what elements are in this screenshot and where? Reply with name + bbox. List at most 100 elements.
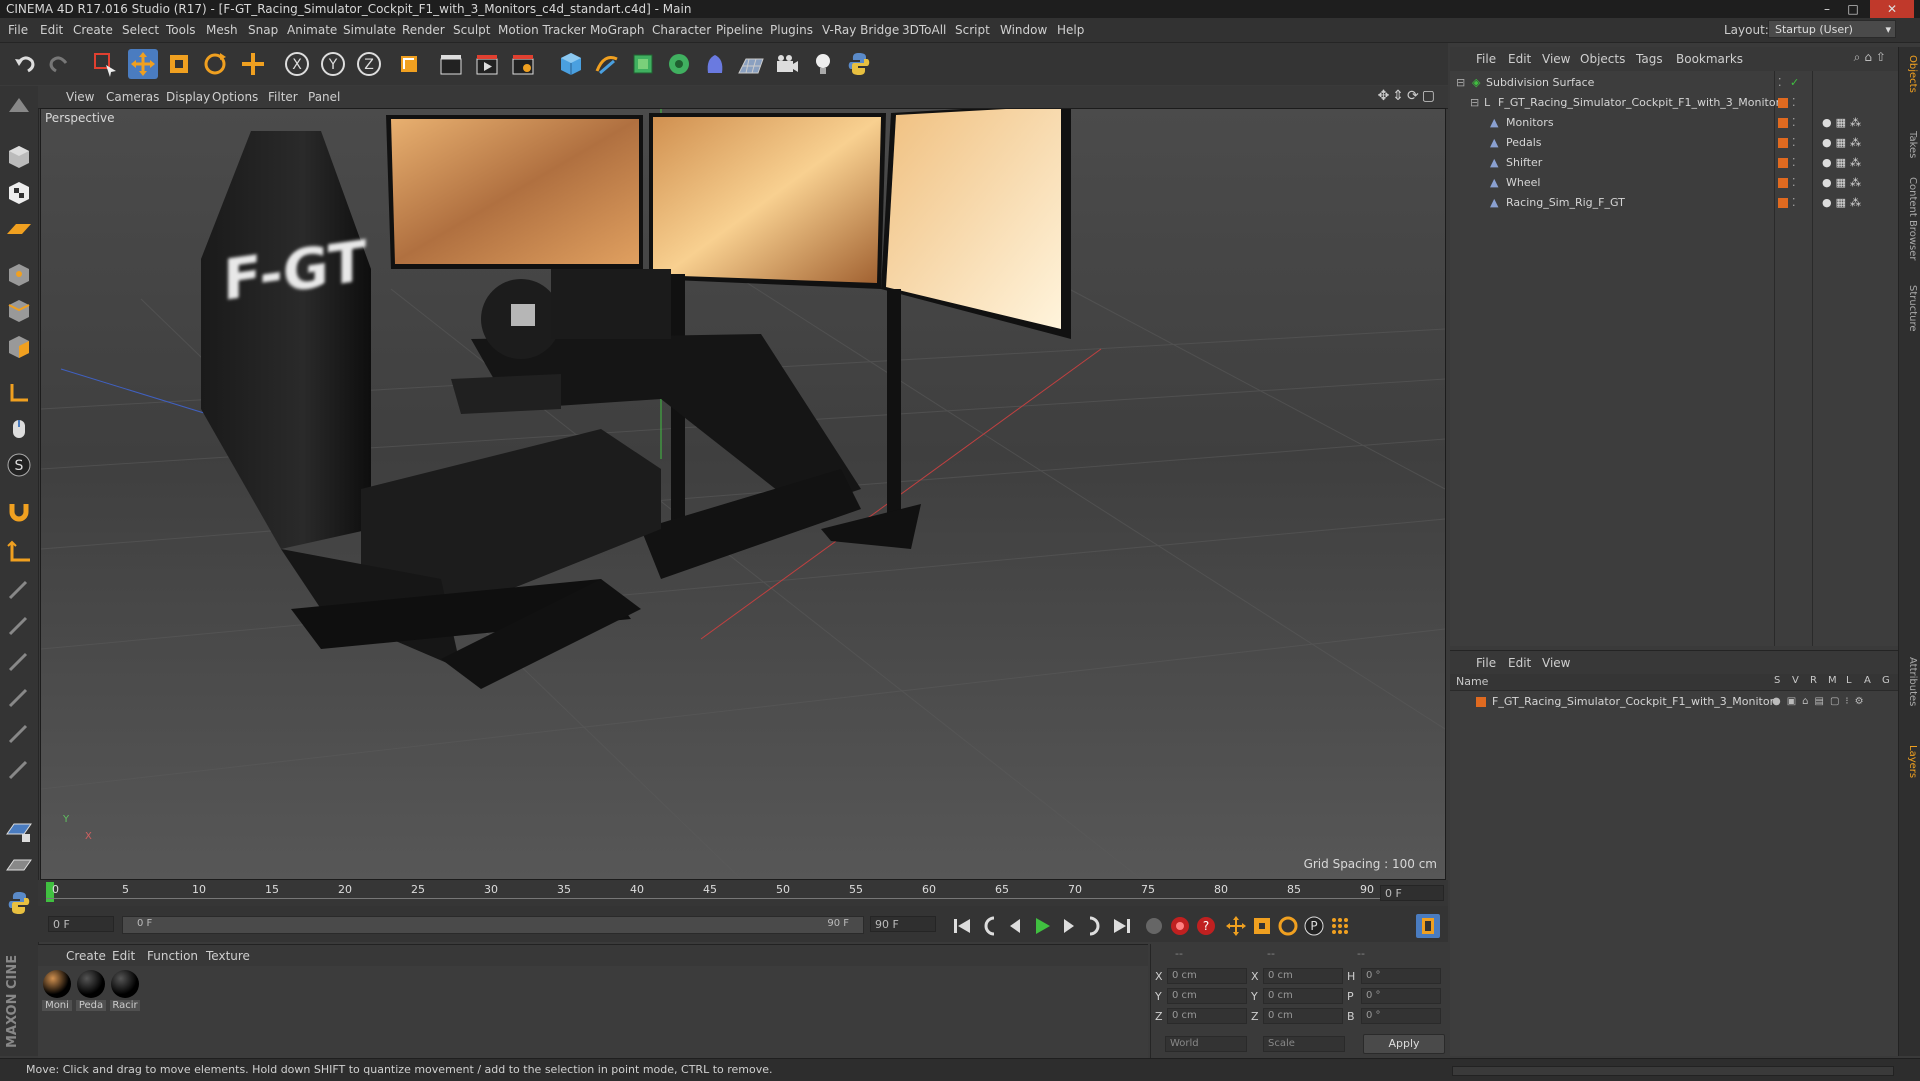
render-picture-viewer-button[interactable] <box>472 49 502 79</box>
redo-button[interactable] <box>44 49 74 79</box>
object-menu-view[interactable]: View <box>1542 52 1570 66</box>
key-scale-button[interactable] <box>1250 914 1274 938</box>
visibility-icon[interactable]: ⁚ <box>1778 73 1782 93</box>
rotation-b-field[interactable]: 0 ° <box>1361 1008 1441 1024</box>
object-row[interactable]: ▲ Wheel ⁚ ●▦⁂ <box>1450 173 1898 193</box>
visibility-icon[interactable]: ⁚ <box>1792 93 1796 113</box>
viewport-navigation-icons[interactable]: ✥⇕⟳▢ <box>1378 88 1438 104</box>
horizontal-scrollbar[interactable] <box>1452 1066 1894 1076</box>
menu-help[interactable]: Help <box>1057 23 1084 37</box>
menu-mograph[interactable]: MoGraph <box>590 23 645 37</box>
object-row[interactable]: ▲ Monitors ⁚ ●▦⁂ <box>1450 113 1898 133</box>
sculpt-brush-4-button[interactable] <box>4 682 34 712</box>
key-pla-button[interactable] <box>1328 914 1352 938</box>
tweak-mode-button[interactable] <box>4 414 34 444</box>
menu-create[interactable]: Create <box>73 23 113 37</box>
coordinate-mode-select[interactable]: World <box>1165 1036 1247 1052</box>
render-view-button[interactable] <box>436 49 466 79</box>
object-row[interactable]: ▲ Racing_Sim_Rig_F_GT ⁚ ●▦⁂ <box>1450 193 1898 213</box>
play-button[interactable] <box>1030 914 1054 938</box>
rotation-p-field[interactable]: 0 ° <box>1361 988 1441 1004</box>
viewport-menu-filter[interactable]: Filter <box>268 90 298 104</box>
object-menu-edit[interactable]: Edit <box>1508 52 1531 66</box>
layout-select[interactable]: Startup (User) ▾ <box>1768 20 1896 38</box>
visibility-icon[interactable]: ⁚ <box>1792 113 1796 133</box>
sculpt-brush-1-button[interactable] <box>4 574 34 604</box>
key-rotation-button[interactable] <box>1276 914 1300 938</box>
sculpt-brush-5-button[interactable] <box>4 718 34 748</box>
viewport-menu-options[interactable]: Options <box>212 90 258 104</box>
viewport-menu-display[interactable]: Display <box>166 90 210 104</box>
move-tool-button[interactable] <box>128 49 158 79</box>
current-frame-field[interactable]: 0 F <box>1380 885 1444 901</box>
live-selection-button[interactable] <box>90 49 120 79</box>
layer-row[interactable]: F_GT_Racing_Simulator_Cockpit_F1_with_3_… <box>1450 692 1898 712</box>
layer-color-tag[interactable] <box>1778 118 1788 128</box>
viewport-menu-view[interactable]: View <box>66 90 94 104</box>
size-z-field[interactable]: 0 cm <box>1263 1008 1343 1024</box>
object-row[interactable]: ⊟ ◈ Subdivision Surface ⁚ ✓ <box>1450 73 1898 93</box>
points-mode-button[interactable] <box>4 260 34 290</box>
menu-file[interactable]: File <box>8 23 28 37</box>
tab-attributes[interactable]: Attributes <box>1902 657 1918 706</box>
sculpt-brush-6-button[interactable] <box>4 754 34 784</box>
go-to-start-button[interactable] <box>950 914 974 938</box>
next-frame-button[interactable] <box>1056 914 1080 938</box>
z-axis-button[interactable]: Z <box>354 49 384 79</box>
menu-motion-tracker[interactable]: Motion Tracker <box>498 23 586 37</box>
model-mode-button[interactable] <box>4 142 34 172</box>
sculpt-brush-3-button[interactable] <box>4 646 34 676</box>
python-script-button[interactable] <box>4 888 34 918</box>
x-axis-button[interactable]: X <box>282 49 312 79</box>
3d-viewport[interactable]: F-GT Perspective Grid Spacing : 100 cm Y… <box>40 108 1446 880</box>
position-z-field[interactable]: 0 cm <box>1167 1008 1247 1024</box>
menu-snap[interactable]: Snap <box>248 23 278 37</box>
grid-lock-button[interactable] <box>4 816 34 846</box>
layer-color-tag[interactable] <box>1778 98 1788 108</box>
menu-character[interactable]: Character <box>652 23 711 37</box>
layer-toggle-icons[interactable]: ●▣⌂▤▢⁝⚙ <box>1772 692 1870 712</box>
material-swatch[interactable]: Moni <box>42 970 72 1011</box>
key-selection-button[interactable] <box>1142 914 1166 938</box>
cube-primitive-button[interactable] <box>556 49 586 79</box>
menu-plugins[interactable]: Plugins <box>770 23 813 37</box>
visibility-icon[interactable]: ⁚ <box>1792 153 1796 173</box>
layer-menu-edit[interactable]: Edit <box>1508 656 1531 670</box>
floor-button[interactable] <box>736 49 766 79</box>
record-button[interactable] <box>1168 914 1192 938</box>
snap-button[interactable]: S <box>4 450 34 480</box>
material-tags-icon[interactable]: ●▦⁂ <box>1822 193 1865 213</box>
deformer-button[interactable] <box>700 49 730 79</box>
menu-3dtoall[interactable]: 3DToAll <box>902 23 946 37</box>
key-parameter-button[interactable]: P <box>1302 914 1326 938</box>
object-menu-tags[interactable]: Tags <box>1636 52 1663 66</box>
camera-button[interactable] <box>772 49 802 79</box>
subdivision-surface-button[interactable] <box>628 49 658 79</box>
layer-menu-view[interactable]: View <box>1542 656 1570 670</box>
object-menu-bookmarks[interactable]: Bookmarks <box>1676 52 1743 66</box>
object-row[interactable]: ▲ Shifter ⁚ ●▦⁂ <box>1450 153 1898 173</box>
material-menu-edit[interactable]: Edit <box>112 949 135 963</box>
menu-script[interactable]: Script <box>955 23 990 37</box>
menu-pipeline[interactable]: Pipeline <box>716 23 763 37</box>
size-x-field[interactable]: 0 cm <box>1263 968 1343 984</box>
object-row[interactable]: ⊟ L F_GT_Racing_Simulator_Cockpit_F1_wit… <box>1450 93 1898 113</box>
material-tags-icon[interactable]: ●▦⁂ <box>1822 153 1865 173</box>
search-icon[interactable]: ⌕⌂⇧ <box>1854 50 1890 65</box>
recent-tool-button[interactable] <box>238 49 268 79</box>
viewport-menu-panel[interactable]: Panel <box>308 90 340 104</box>
frame-range-slider[interactable]: 0 F 90 F <box>122 916 864 934</box>
size-y-field[interactable]: 0 cm <box>1263 988 1343 1004</box>
visibility-icon[interactable]: ⁚ <box>1792 173 1796 193</box>
polygons-mode-button[interactable] <box>4 332 34 362</box>
menu-animate[interactable]: Animate <box>287 23 337 37</box>
menu-vray-bridge[interactable]: V-Ray Bridge <box>822 23 899 37</box>
position-x-field[interactable]: 0 cm <box>1167 968 1247 984</box>
layer-color-tag[interactable] <box>1778 178 1788 188</box>
visibility-icon[interactable]: ⁚ <box>1792 133 1796 153</box>
layer-color-tag[interactable] <box>1778 138 1788 148</box>
tab-layers[interactable]: Layers <box>1902 745 1918 778</box>
edges-mode-button[interactable] <box>4 296 34 326</box>
material-menu-texture[interactable]: Texture <box>206 949 250 963</box>
spline-pen-button[interactable] <box>592 49 622 79</box>
